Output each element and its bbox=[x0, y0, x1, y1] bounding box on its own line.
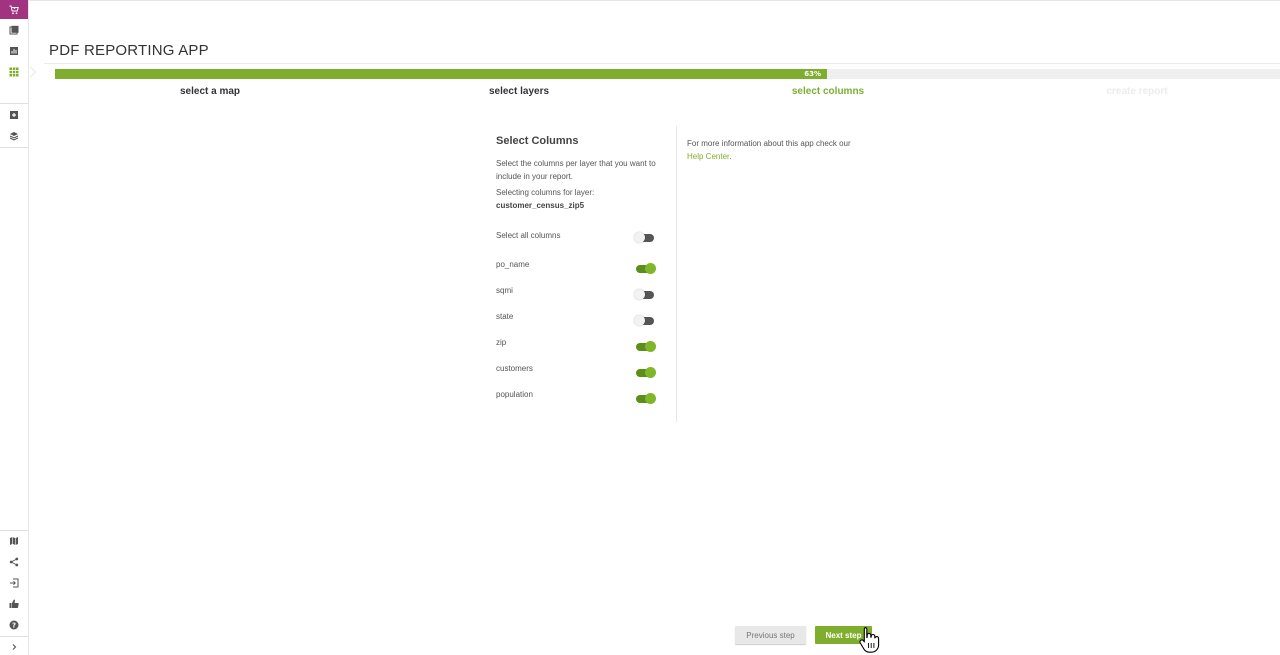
column-label: sqmi bbox=[496, 286, 513, 295]
column-row: sqmi bbox=[496, 286, 662, 302]
column-toggle-po-name[interactable] bbox=[636, 263, 656, 274]
svg-text:?: ? bbox=[12, 622, 16, 630]
toggle-knob bbox=[645, 263, 656, 274]
sidebar-item-charts[interactable] bbox=[0, 41, 28, 61]
progress-fill: 63% bbox=[55, 69, 827, 79]
column-row: customers bbox=[496, 364, 662, 380]
help-icon: ? bbox=[9, 620, 19, 630]
book-icon bbox=[9, 25, 19, 35]
column-row: state bbox=[496, 312, 662, 328]
help-info-suffix: . bbox=[729, 151, 732, 161]
select-all-row: Select all columns bbox=[496, 231, 662, 247]
column-toggle-sqmi[interactable] bbox=[634, 289, 654, 300]
progress-label: 63% bbox=[804, 70, 821, 78]
sidebar-item-help[interactable]: ? bbox=[0, 615, 28, 635]
panel-description: Select the columns per layer that you wa… bbox=[496, 159, 656, 181]
plus-icon bbox=[10, 111, 18, 119]
sidebar-item-map[interactable] bbox=[0, 531, 28, 551]
column-row: po_name bbox=[496, 260, 662, 276]
progress-bar: 63% bbox=[55, 69, 1280, 79]
toggle-knob bbox=[645, 367, 656, 378]
sidebar: ? bbox=[0, 0, 29, 655]
sidebar-item-apps[interactable] bbox=[0, 62, 28, 82]
sidebar-item-store[interactable] bbox=[0, 0, 28, 19]
share-icon bbox=[9, 557, 19, 567]
sidebar-expand-button[interactable] bbox=[0, 637, 28, 655]
page-title: PDF REPORTING APP bbox=[49, 42, 209, 59]
chevron-right-icon bbox=[12, 644, 17, 650]
layer-label: Selecting columns for layer: bbox=[496, 188, 595, 197]
grid-icon bbox=[9, 67, 19, 77]
previous-step-button[interactable]: Previous step bbox=[735, 626, 806, 644]
sidebar-item-feedback[interactable] bbox=[0, 594, 28, 614]
panel-heading: Select Columns bbox=[496, 135, 579, 147]
select-columns-panel: Select Columns Select the columns per la… bbox=[496, 126, 676, 422]
column-label: zip bbox=[496, 338, 507, 347]
sidebar-item-login[interactable] bbox=[0, 573, 28, 593]
step-select-map[interactable]: select a map bbox=[180, 86, 240, 97]
column-label: state bbox=[496, 312, 514, 321]
toggle-knob bbox=[634, 315, 645, 326]
top-border bbox=[29, 0, 1280, 1]
wizard-steps: select a map select layers select column… bbox=[55, 86, 1280, 100]
column-row: population bbox=[496, 390, 662, 406]
panel-divider bbox=[676, 126, 677, 422]
help-center-link[interactable]: Help Center bbox=[687, 152, 729, 161]
toggle-knob bbox=[645, 393, 656, 404]
sidebar-divider bbox=[0, 147, 28, 148]
login-icon bbox=[10, 578, 19, 588]
column-label: customers bbox=[496, 364, 533, 373]
sidebar-item-reports[interactable] bbox=[0, 20, 28, 40]
sidebar-item-add[interactable] bbox=[0, 105, 28, 125]
thumbs-up-icon bbox=[9, 599, 19, 608]
chart-icon bbox=[10, 47, 18, 55]
help-info-text: For more information about this app chec… bbox=[687, 139, 851, 148]
hand-cursor-icon bbox=[859, 626, 880, 653]
column-toggle-state[interactable] bbox=[634, 315, 654, 326]
sidebar-divider bbox=[0, 103, 28, 104]
column-label: po_name bbox=[496, 260, 530, 269]
title-divider bbox=[44, 63, 1280, 64]
column-label: population bbox=[496, 390, 533, 399]
toggle-knob bbox=[634, 232, 645, 243]
select-all-label: Select all columns bbox=[496, 231, 561, 240]
column-row: zip bbox=[496, 338, 662, 354]
cart-icon bbox=[9, 5, 19, 14]
map-icon bbox=[10, 537, 18, 545]
toggle-knob bbox=[645, 341, 656, 352]
sidebar-item-share[interactable] bbox=[0, 552, 28, 572]
select-all-toggle[interactable] bbox=[634, 232, 654, 243]
help-info: For more information about this app chec… bbox=[687, 138, 867, 163]
layers-icon bbox=[9, 132, 19, 141]
column-toggle-customers[interactable] bbox=[636, 367, 656, 378]
toggle-knob bbox=[634, 289, 645, 300]
step-select-columns[interactable]: select columns bbox=[792, 86, 864, 97]
layer-name: customer_census_zip5 bbox=[496, 201, 585, 210]
column-toggle-zip[interactable] bbox=[636, 341, 656, 352]
step-create-report: create report bbox=[1106, 86, 1168, 97]
column-toggle-population[interactable] bbox=[636, 393, 656, 404]
sidebar-item-layers[interactable] bbox=[0, 126, 28, 146]
step-select-layers[interactable]: select layers bbox=[489, 86, 549, 97]
